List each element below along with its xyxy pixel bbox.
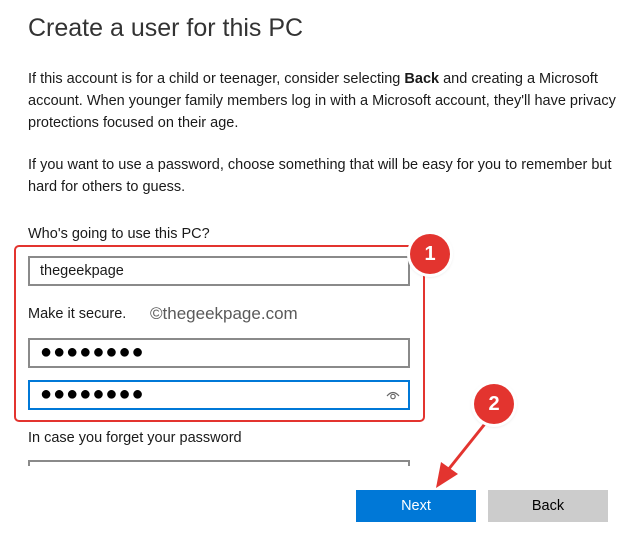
back-button[interactable]: Back [488, 490, 608, 522]
pointer-arrow-icon [436, 419, 490, 488]
next-button[interactable]: Next [356, 490, 476, 522]
step-2-marker: 2 [474, 384, 514, 424]
